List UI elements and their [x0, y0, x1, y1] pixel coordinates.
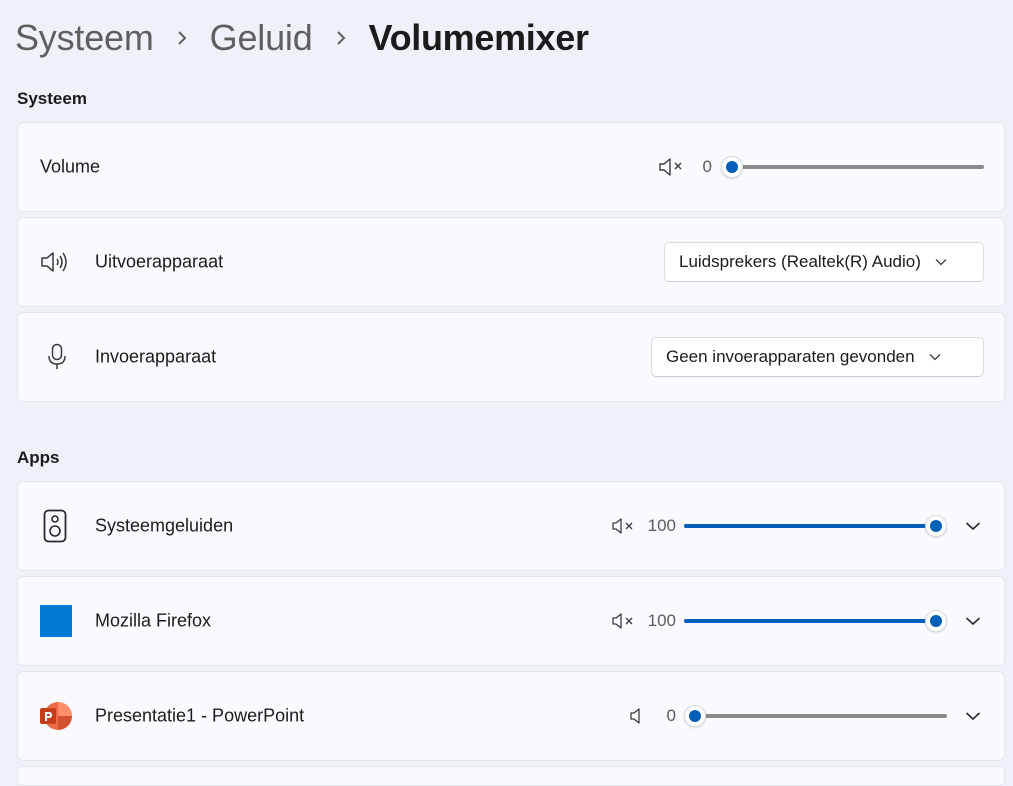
app-card-firefox: Mozilla Firefox 100 [17, 576, 1005, 666]
microphone-icon [46, 343, 68, 371]
mute-icon[interactable] [612, 612, 636, 630]
firefox-icon [40, 605, 72, 637]
app-volume-slider[interactable] [684, 610, 947, 632]
output-device-dropdown[interactable]: Luidsprekers (Realtek(R) Audio) [664, 242, 984, 282]
expand-chevron-icon[interactable] [964, 707, 982, 725]
breadcrumb-systeem[interactable]: Systeem [15, 14, 154, 62]
input-device-dropdown[interactable]: Geen invoerapparaten gevonden [651, 337, 984, 377]
app-volume-slider[interactable] [684, 515, 947, 537]
powerpoint-icon [39, 701, 73, 731]
app-volume-value: 100 [647, 611, 676, 630]
slider-thumb[interactable] [925, 610, 947, 632]
input-device-selected: Geen invoerapparaten gevonden [666, 347, 915, 366]
speaker-muted-icon[interactable] [630, 707, 644, 725]
expand-chevron-icon[interactable] [964, 612, 982, 630]
slider-track [695, 714, 947, 718]
slider-thumb[interactable] [721, 156, 743, 178]
volume-label: Volume [40, 156, 101, 177]
app-card-systeemgeluiden: Systeemgeluiden 100 [17, 481, 1005, 571]
slider-fill [684, 524, 936, 528]
breadcrumb-geluid[interactable]: Geluid [210, 14, 313, 62]
app-name: Mozilla Firefox [95, 610, 212, 631]
app-volume-value: 100 [647, 516, 676, 535]
speaker-icon [40, 250, 70, 274]
app-name: Systeemgeluiden [95, 515, 234, 536]
slider-track [732, 165, 984, 169]
app-card-partial [17, 766, 1005, 786]
volume-value: 0 [702, 157, 712, 176]
speaker-device-icon [43, 509, 67, 543]
chevron-down-icon [935, 258, 947, 266]
system-volume-card: Volume 0 [17, 122, 1005, 212]
slider-fill [684, 619, 936, 623]
output-device-label: Uitvoerapparaat [95, 251, 224, 272]
app-volume-value: 0 [666, 706, 676, 725]
mute-icon[interactable] [658, 157, 686, 177]
slider-thumb[interactable] [925, 515, 947, 537]
section-title-systeem: Systeem [17, 89, 87, 108]
chevron-right-icon [313, 30, 369, 46]
mute-icon[interactable] [612, 517, 636, 535]
breadcrumb: Systeem Geluid Volumemixer [15, 14, 589, 62]
output-device-selected: Luidsprekers (Realtek(R) Audio) [679, 252, 921, 271]
app-volume-slider[interactable] [684, 705, 947, 727]
input-device-card: Invoerapparaat Geen invoerapparaten gevo… [17, 312, 1005, 402]
app-card-powerpoint: Presentatie1 - PowerPoint 0 [17, 671, 1005, 761]
input-device-label: Invoerapparaat [95, 346, 217, 367]
chevron-right-icon [154, 30, 210, 46]
expand-chevron-icon[interactable] [964, 517, 982, 535]
app-name: Presentatie1 - PowerPoint [95, 705, 305, 726]
page-title: Volumemixer [368, 17, 589, 58]
section-title-apps: Apps [17, 448, 60, 467]
slider-thumb[interactable] [684, 705, 706, 727]
output-device-card: Uitvoerapparaat Luidsprekers (Realtek(R)… [17, 217, 1005, 307]
volume-slider[interactable] [721, 156, 984, 178]
chevron-down-icon [929, 353, 941, 361]
